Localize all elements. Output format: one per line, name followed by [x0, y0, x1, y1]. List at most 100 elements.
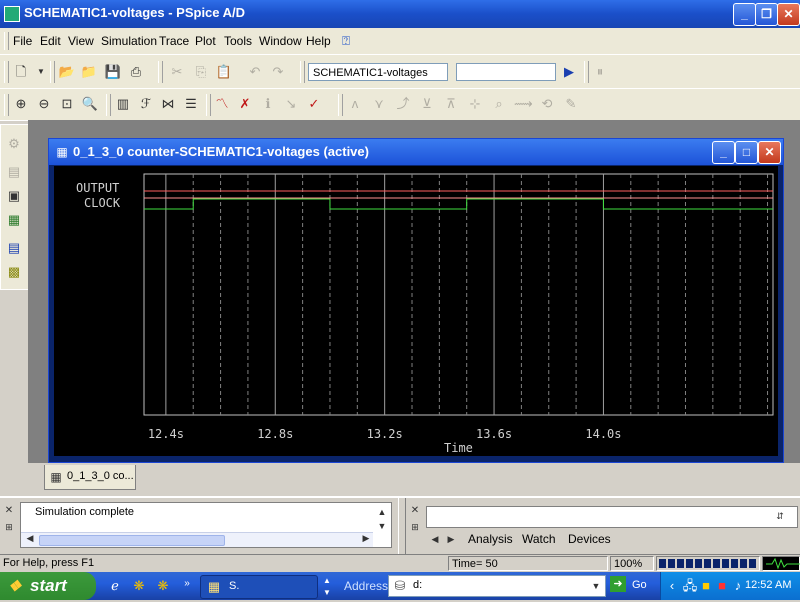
- watch-pane-pin-icon[interactable]: ⊞: [408, 518, 422, 536]
- mark-label-icon[interactable]: ✎: [562, 95, 580, 113]
- menu-view[interactable]: View: [68, 34, 94, 48]
- probe-minimize-button[interactable]: _: [712, 141, 735, 164]
- toolbar-separator: [158, 61, 163, 83]
- cursor-min-icon[interactable]: ⊻: [418, 95, 436, 113]
- log-y-axis-icon[interactable]: ☰: [182, 95, 200, 113]
- quicklaunch-more-icon[interactable]: »: [178, 575, 196, 593]
- tab-devices[interactable]: Devices: [568, 532, 611, 546]
- open-file-icon[interactable]: 📁: [80, 63, 98, 81]
- tab-probe-icon: ▦: [50, 470, 62, 484]
- output-pane-pin-icon[interactable]: ⊞: [2, 518, 16, 536]
- cursor-next-transition-icon[interactable]: ⟿: [514, 95, 533, 113]
- redo-icon[interactable]: ↷: [269, 63, 287, 81]
- standard-toolbar: 🗋 ▼ 📂 📁 💾 ⎙ ✂ ⎘ 📋 ↶ ↷ SCHEMATIC1-voltage…: [0, 55, 800, 89]
- close-button[interactable]: ✕: [777, 3, 800, 26]
- simulation-results-icon[interactable]: ▩: [5, 263, 23, 281]
- scroll-left-icon[interactable]: ◀: [21, 531, 39, 545]
- toolbar-grip[interactable]: [4, 94, 9, 116]
- address-field[interactable]: ⛁ d: ▼: [388, 575, 606, 597]
- undo-icon[interactable]: ↶: [246, 63, 264, 81]
- cursor-point-icon[interactable]: ⊹: [466, 95, 484, 113]
- zoom-out-icon[interactable]: ⊖: [35, 95, 53, 113]
- menu-edit[interactable]: Edit: [40, 34, 61, 48]
- tray-expand-icon[interactable]: ‹: [663, 577, 681, 595]
- simulation-profile-select[interactable]: SCHEMATIC1-voltages: [308, 63, 448, 81]
- probe-settings-icon[interactable]: ⚙: [5, 135, 23, 153]
- zoom-in-icon[interactable]: ⊕: [12, 95, 30, 113]
- zoom-area-icon[interactable]: ⊡: [58, 95, 76, 113]
- probe-window-icon[interactable]: ▦: [53, 143, 71, 161]
- cursor-max-icon[interactable]: ⊼: [442, 95, 460, 113]
- tab-watch[interactable]: Watch: [522, 532, 556, 546]
- cursor-slope-icon[interactable]: ⤴: [394, 95, 412, 113]
- whats-this-help-icon[interactable]: ⍰: [337, 32, 355, 50]
- cursor-search-icon[interactable]: ⌕: [490, 95, 508, 113]
- performance-analysis-icon[interactable]: ⋈: [159, 95, 177, 113]
- menu-plot[interactable]: Plot: [195, 34, 216, 48]
- scroll-thumb[interactable]: [39, 535, 225, 546]
- new-file-icon[interactable]: 🗋: [12, 63, 30, 81]
- zoom-fit-icon[interactable]: 🔍: [81, 95, 99, 113]
- eval-goal-function-icon[interactable]: ✗: [236, 95, 254, 113]
- open-folder-icon[interactable]: 📂: [58, 63, 76, 81]
- tab-scroll-right-icon[interactable]: ▶: [442, 530, 460, 548]
- output-scroll-down-icon[interactable]: ▼: [373, 517, 391, 535]
- restore-button[interactable]: ❐: [755, 3, 778, 26]
- new-dropdown-chevron-icon[interactable]: ▼: [32, 63, 50, 81]
- copy-icon[interactable]: ⎘: [192, 63, 210, 81]
- log-x-axis-icon[interactable]: ▥: [114, 95, 132, 113]
- probe-maximize-button[interactable]: □: [735, 141, 758, 164]
- output-horizontal-scrollbar[interactable]: ◀ ▶: [21, 532, 373, 547]
- minimize-button[interactable]: _: [733, 3, 756, 26]
- menu-window[interactable]: Window: [259, 34, 302, 48]
- quicklaunch-app1-icon[interactable]: ❋: [130, 577, 148, 595]
- x-tick-label: 14.0s: [585, 427, 621, 441]
- cursor-trough-icon[interactable]: ⋎: [370, 95, 388, 113]
- pspice-app-icon[interactable]: [4, 6, 20, 22]
- add-arrow-icon[interactable]: ↘: [282, 95, 300, 113]
- simulation-settings-icon[interactable]: ▤: [5, 163, 23, 181]
- system-tray: ‹ 🖧 ■ ■ ♪ 12:52 AM: [660, 572, 800, 600]
- menu-file[interactable]: File: [13, 34, 32, 48]
- task-button-pspice[interactable]: ▦ S.: [200, 575, 318, 599]
- toolbar-separator: [300, 61, 305, 83]
- paste-icon[interactable]: 📋: [215, 63, 233, 81]
- tab-analysis[interactable]: Analysis: [468, 532, 513, 546]
- task-pspice-label: S.: [229, 580, 240, 592]
- cursor-prev-transition-icon[interactable]: ⟲: [538, 95, 556, 113]
- add-trace-icon[interactable]: 〽: [213, 95, 231, 113]
- pane-splitter[interactable]: [398, 498, 406, 554]
- taskbar-scroll-down-icon[interactable]: ▼: [318, 584, 336, 602]
- pause-simulation-icon[interactable]: ⏸: [591, 63, 609, 81]
- menu-simulation[interactable]: Simulation: [101, 34, 157, 48]
- tab-probe-window[interactable]: ▦ 0_1_3_0 co...: [44, 465, 136, 490]
- quicklaunch-app2-icon[interactable]: ❋: [154, 577, 172, 595]
- activity-waveform-icon: [766, 557, 800, 570]
- menu-trace[interactable]: Trace: [159, 34, 189, 48]
- add-text-label-icon[interactable]: ℹ: [259, 95, 277, 113]
- quicklaunch-ie-icon[interactable]: ℯ: [106, 577, 124, 595]
- toggle-cursor-icon[interactable]: ✓: [305, 95, 323, 113]
- cursor-peak-icon[interactable]: ᴧ: [346, 95, 364, 113]
- print-icon[interactable]: ⎙: [127, 63, 145, 81]
- toolbar-grip[interactable]: [4, 61, 9, 83]
- run-profile-icon[interactable]: ▦: [5, 211, 23, 229]
- output-file-icon[interactable]: ▤: [5, 239, 23, 257]
- menu-tools[interactable]: Tools: [224, 34, 252, 48]
- address-dropdown-icon[interactable]: ▼: [587, 577, 605, 595]
- menu-help[interactable]: Help: [306, 34, 331, 48]
- go-button[interactable]: ➜ Go: [610, 575, 658, 595]
- view-schematic-icon[interactable]: ▣: [5, 187, 23, 205]
- x-tick-label: 12.8s: [257, 427, 293, 441]
- watch-scroll-icon[interactable]: ⇵: [771, 507, 789, 525]
- waveform-plot[interactable]: OUTPUT CLOCK 12.4s 12.8s 13.2s 13.6s 14.0s T…: [54, 166, 778, 456]
- fourier-icon[interactable]: ℱ: [137, 95, 155, 113]
- cut-icon[interactable]: ✂: [168, 63, 186, 81]
- start-button[interactable]: ❖ start: [0, 572, 96, 600]
- toolbar-separator: [338, 94, 343, 116]
- run-simulation-icon[interactable]: ▶: [560, 63, 578, 81]
- save-icon[interactable]: 💾: [104, 63, 122, 81]
- menu-grip[interactable]: [4, 32, 9, 50]
- secondary-field[interactable]: [456, 63, 556, 81]
- probe-close-button[interactable]: ✕: [758, 141, 781, 164]
